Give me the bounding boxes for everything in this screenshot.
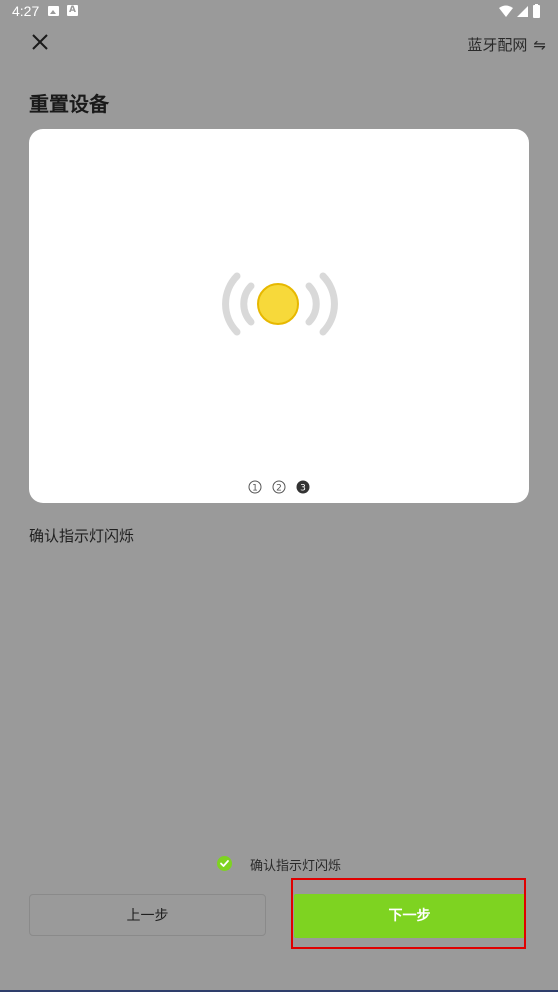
wifi-icon — [499, 5, 513, 17]
svg-text:1: 1 — [252, 483, 258, 493]
screen: 4:27 A 蓝牙配网 ⇋ 重置设备 1 2 3 确认指示灯闪烁 确认指示灯闪烁… — [0, 0, 558, 992]
previous-step-button[interactable]: 上一步 — [29, 894, 266, 936]
status-right-icons — [498, 4, 548, 24]
confirm-label: 确认指示灯闪烁 — [250, 859, 342, 874]
status-bar: 4:27 A — [0, 0, 558, 24]
close-icon — [32, 34, 48, 50]
svg-text:3: 3 — [300, 483, 306, 493]
status-time: 4:27 — [12, 3, 40, 19]
svg-text:2: 2 — [276, 483, 282, 493]
step-description: 确认指示灯闪烁 — [29, 527, 135, 545]
bluetooth-pairing-switch[interactable]: 蓝牙配网 ⇋ — [467, 34, 546, 55]
mode-label: 蓝牙配网 — [467, 36, 528, 54]
signal-icon — [517, 6, 528, 17]
blinking-light-icon — [222, 272, 338, 336]
page-title: 重置设备 — [29, 92, 109, 116]
wifi-signal-battery-icons — [499, 4, 540, 18]
step-indicator: 1 2 3 — [29, 479, 529, 494]
instruction-image-card: 1 2 3 — [29, 129, 529, 503]
step-2-indicator[interactable]: 2 — [272, 480, 286, 494]
gallery-icon — [48, 6, 59, 16]
battery-icon — [533, 5, 540, 18]
a-icon: A — [67, 5, 78, 16]
step-3-indicator-active[interactable]: 3 — [296, 480, 310, 494]
check-circle-icon[interactable] — [217, 856, 232, 871]
step-1-indicator[interactable]: 1 — [248, 480, 262, 494]
close-button[interactable] — [28, 30, 52, 54]
next-step-button[interactable]: 下一步 — [294, 894, 525, 938]
swap-arrows-icon: ⇋ — [533, 36, 546, 54]
